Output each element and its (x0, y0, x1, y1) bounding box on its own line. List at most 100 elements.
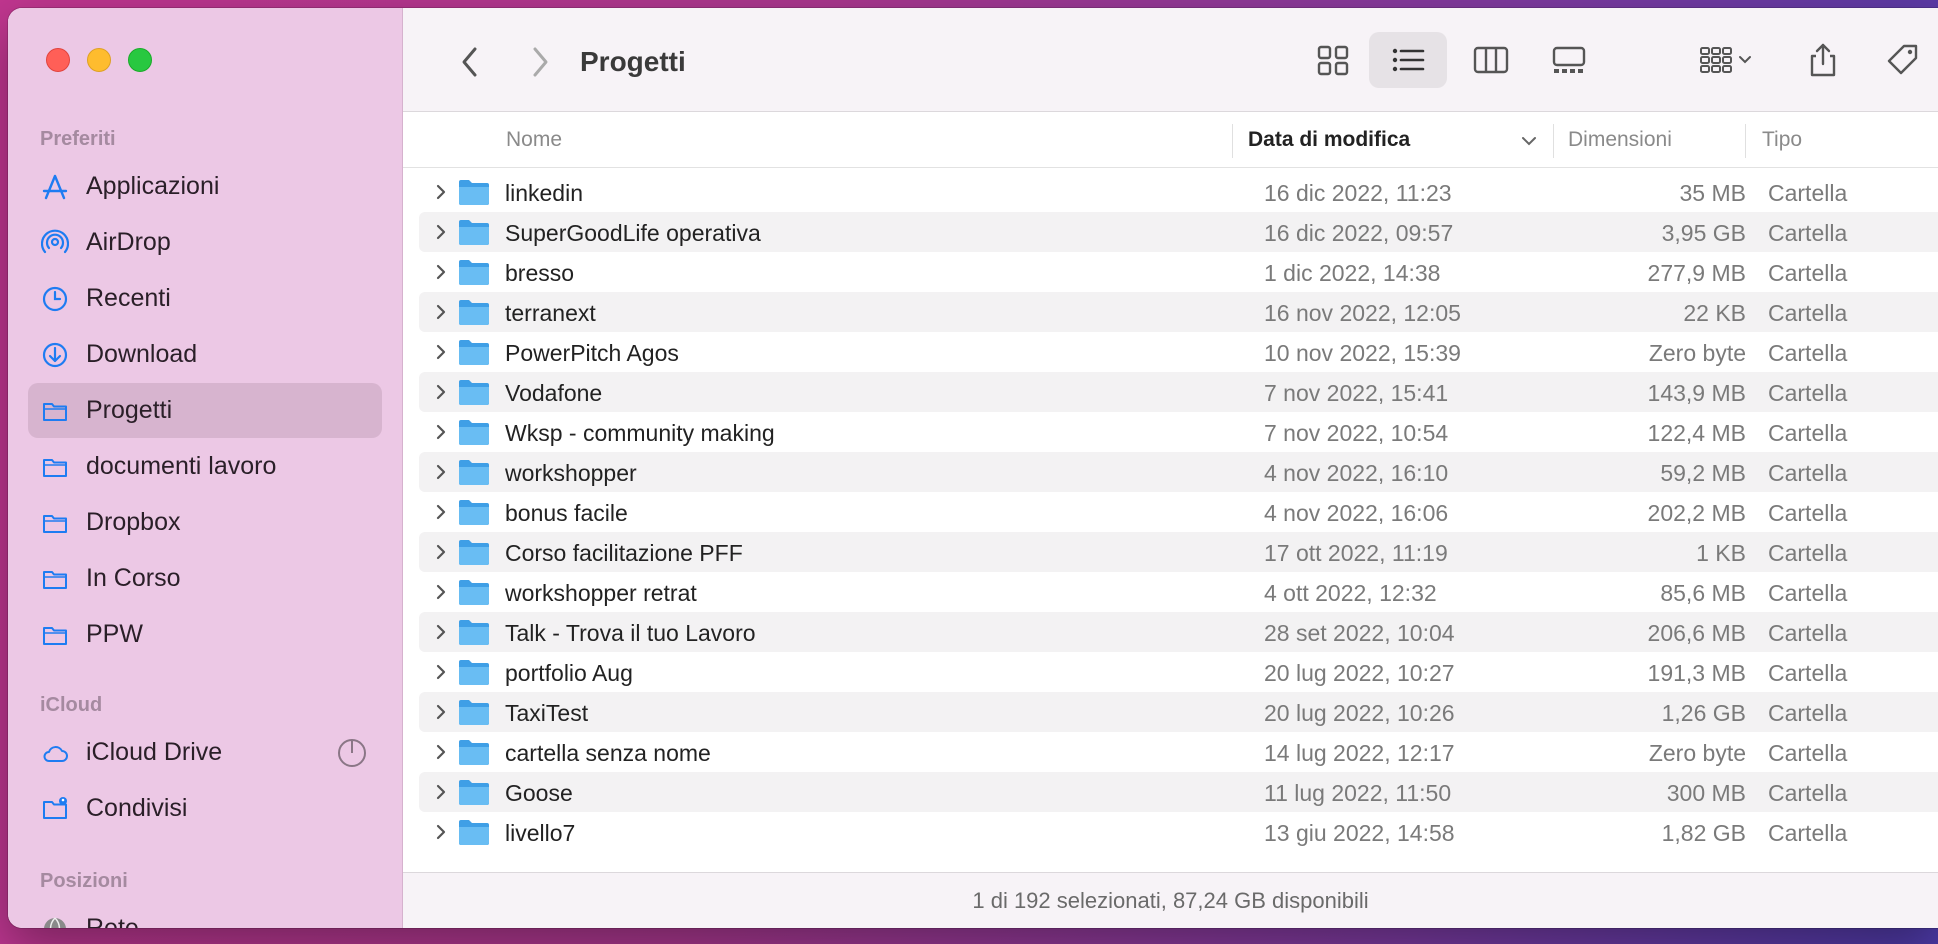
table-row[interactable]: bonus facile 4 nov 2022, 16:06 202,2 MB Car… (419, 492, 1938, 532)
file-name: Corso facilitazione PFF (505, 540, 743, 566)
file-name: TaxiTest (505, 700, 589, 726)
column-name[interactable]: Nome (506, 128, 562, 152)
disclosure-chevron-icon[interactable] (433, 502, 449, 522)
forward-button[interactable] (520, 42, 560, 82)
sidebar-item-dropbox[interactable]: Dropbox (28, 495, 382, 550)
sidebar-item-download[interactable]: Download (28, 327, 382, 382)
sidebar-item-airdrop[interactable]: AirDrop (28, 215, 382, 270)
minimize-window-button[interactable] (87, 48, 111, 72)
disclosure-chevron-icon[interactable] (433, 182, 449, 202)
sidebar-item-label: Progetti (86, 396, 173, 424)
sidebar-item-documenti-lavoro[interactable]: documenti lavoro (28, 439, 382, 494)
disclosure-chevron-icon[interactable] (433, 262, 449, 282)
folder-icon (459, 780, 489, 805)
file-date: 17 ott 2022, 11:19 (1264, 540, 1448, 566)
file-name: Wksp - community making (505, 420, 775, 446)
sort-chevron-down-icon[interactable] (1520, 134, 1538, 148)
disclosure-chevron-icon[interactable] (433, 582, 449, 602)
sidebar-item-condivisi[interactable]: Condivisi (28, 781, 382, 836)
share-button[interactable] (1795, 32, 1851, 88)
table-row[interactable]: PowerPitch Agos 10 nov 2022, 15:39 Zero by… (419, 332, 1938, 372)
file-name: terranext (505, 300, 596, 326)
sidebar-item-progetti[interactable]: Progetti (28, 383, 382, 438)
file-kind: Cartella (1768, 300, 1848, 326)
file-name: cartella senza nome (505, 740, 711, 766)
sidebar-item-recenti[interactable]: Recenti (28, 271, 382, 326)
table-row[interactable]: Talk - Trova il tuo Lavoro 28 set 2022, 1… (419, 612, 1938, 652)
sidebar-item-rete[interactable]: Rete (28, 901, 382, 928)
file-date: 1 dic 2022, 14:38 (1264, 260, 1441, 286)
share-icon (1810, 43, 1836, 77)
file-size: 122,4 MB (1647, 420, 1746, 446)
file-kind: Cartella (1768, 580, 1848, 606)
folder-icon (459, 420, 489, 445)
disclosure-chevron-icon[interactable] (433, 302, 449, 322)
column-view-button[interactable] (1461, 32, 1521, 88)
disclosure-chevron-icon[interactable] (433, 622, 449, 642)
column-divider[interactable] (1553, 124, 1554, 158)
disclosure-chevron-icon[interactable] (433, 422, 449, 442)
disclosure-chevron-icon[interactable] (433, 462, 449, 482)
window-title: Progetti (580, 46, 686, 77)
disclosure-chevron-icon[interactable] (433, 382, 449, 402)
table-row[interactable]: bresso 1 dic 2022, 14:38 277,9 MB Cartella (419, 252, 1938, 292)
tag-button[interactable] (1875, 32, 1931, 88)
table-row[interactable]: SuperGoodLife operativa 16 dic 2022, 09:5… (419, 212, 1938, 252)
table-row[interactable]: Vodafone 7 nov 2022, 15:41 143,9 MB Cartell… (419, 372, 1938, 412)
disclosure-chevron-icon[interactable] (433, 342, 449, 362)
group-button[interactable] (1685, 32, 1765, 88)
disclosure-chevron-icon[interactable] (433, 702, 449, 722)
disclosure-chevron-icon[interactable] (433, 542, 449, 562)
file-name: Vodafone (505, 380, 603, 406)
file-kind: Cartella (1768, 780, 1848, 806)
table-row[interactable]: portfolio Aug 20 lug 2022, 10:27 191,3 MB C… (419, 652, 1938, 692)
table-row[interactable]: cartella senza nome 14 lug 2022, 12:17 Zer… (419, 732, 1938, 772)
disclosure-chevron-icon[interactable] (433, 662, 449, 682)
table-row[interactable]: workshopper 4 nov 2022, 16:10 59,2 MB Carte… (419, 452, 1938, 492)
disclosure-chevron-icon[interactable] (433, 822, 449, 842)
sidebar-item-label: In Corso (86, 564, 181, 592)
toolbar: Progetti (403, 8, 1938, 112)
fullscreen-window-button[interactable] (128, 48, 152, 72)
disclosure-chevron-icon[interactable] (433, 222, 449, 242)
sidebar-item-applicazioni[interactable]: Applicazioni (28, 159, 382, 214)
file-name: linkedin (505, 180, 583, 206)
sidebar-item-ppw[interactable]: PPW (28, 607, 382, 662)
table-row[interactable]: Wksp - community making 7 nov 2022, 10:54… (419, 412, 1938, 452)
column-size[interactable]: Dimensioni (1568, 128, 1672, 152)
table-row[interactable]: livello7 13 giu 2022, 14:58 1,82 GB Cartell… (419, 812, 1938, 852)
file-name: bresso (505, 260, 575, 286)
sidebar-item-icloud-drive[interactable]: iCloud Drive (28, 725, 382, 780)
file-kind: Cartella (1768, 220, 1848, 246)
sidebar-item-label: AirDrop (86, 228, 171, 256)
table-row[interactable]: workshopper retrat 4 ott 2022, 12:32 85,6 … (419, 572, 1938, 612)
file-date: 14 lug 2022, 12:17 (1264, 740, 1455, 766)
disclosure-chevron-icon[interactable] (433, 742, 449, 762)
column-divider[interactable] (1232, 124, 1233, 158)
close-window-button[interactable] (46, 48, 70, 72)
file-kind: Cartella (1768, 740, 1848, 766)
file-size: Zero byte (1648, 340, 1746, 366)
icon-view-button[interactable] (1303, 32, 1363, 88)
back-button[interactable] (450, 42, 490, 82)
network-icon (40, 914, 70, 928)
columns-icon (1473, 46, 1509, 74)
column-divider[interactable] (1745, 124, 1746, 158)
table-row[interactable]: terranext 16 nov 2022, 12:05 22 KB Cartella (419, 292, 1938, 332)
file-date: 20 lug 2022, 10:26 (1264, 700, 1455, 726)
list-view-button[interactable] (1369, 32, 1447, 88)
table-row[interactable]: TaxiTest 20 lug 2022, 10:26 1,26 GB Cartell… (419, 692, 1938, 732)
gallery-view-button[interactable] (1539, 32, 1599, 88)
table-row[interactable]: Goose 11 lug 2022, 11:50 300 MB Cartella (419, 772, 1938, 812)
group-grid-icon (1700, 47, 1732, 73)
disclosure-chevron-icon[interactable] (433, 782, 449, 802)
table-row[interactable]: Corso facilitazione PFF 17 ott 2022, 11:1… (419, 532, 1938, 572)
sidebar: Preferiti Applicazioni AirDrop Recenti Down… (8, 8, 403, 928)
column-kind[interactable]: Tipo (1762, 128, 1802, 152)
chevron-left-icon (462, 47, 477, 77)
column-date[interactable]: Data di modifica (1248, 128, 1410, 152)
sidebar-item-in-corso[interactable]: In Corso (28, 551, 382, 606)
sidebar-item-label: PPW (86, 620, 143, 648)
folder-icon (459, 500, 489, 525)
table-row[interactable]: linkedin 16 dic 2022, 11:23 35 MB Cartella (419, 172, 1938, 212)
